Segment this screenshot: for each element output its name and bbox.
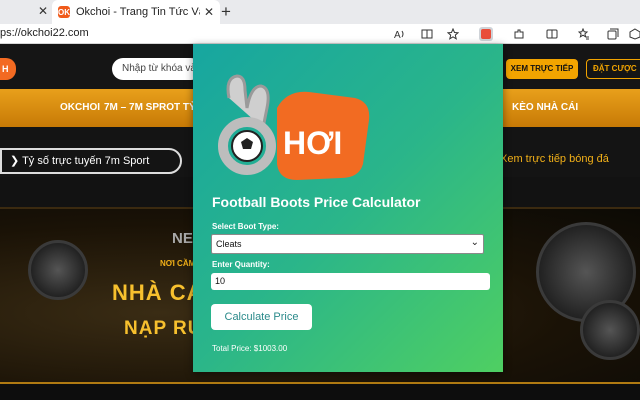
live-watch-button[interactable]: XEM TRỰC TIẾP [506, 59, 578, 79]
casino-chip-decor [580, 300, 640, 360]
quantity-input[interactable]: 10 [211, 273, 490, 290]
extension-active-icon[interactable] [479, 27, 493, 41]
reader-view-icon[interactable] [420, 27, 434, 41]
live-football-link[interactable]: Xem trực tiếp bóng đá [500, 153, 609, 165]
read-aloud-icon[interactable]: A [393, 27, 407, 41]
close-icon[interactable]: ✕ [204, 5, 214, 19]
nav-item-okchoi[interactable]: OKCHOI [60, 102, 100, 113]
site-logo[interactable]: H [0, 58, 16, 80]
banner-line-1: NE [172, 230, 193, 247]
split-screen-icon[interactable] [545, 27, 559, 41]
nav-item-keo-nha-cai[interactable]: KÈO NHÀ CÁI [512, 102, 578, 113]
quantity-label: Enter Quantity: [212, 260, 270, 269]
boot-type-label: Select Boot Type: [212, 222, 279, 231]
tab-title: Okchoi - Trang Tin Tức Và Soi Kèo [76, 6, 200, 18]
collections-icon[interactable] [606, 27, 620, 41]
chevron-down-icon: ⌄ [470, 237, 479, 248]
new-tab-button[interactable]: + [221, 2, 231, 22]
site-search-input[interactable]: Nhập từ khóa và t [112, 58, 202, 80]
popup-title: Football Boots Price Calculator [212, 194, 421, 210]
brand-text: HƠI [283, 125, 342, 161]
favorite-star-icon[interactable] [446, 27, 460, 41]
close-icon[interactable]: ✕ [38, 4, 48, 18]
browser-essentials-icon[interactable] [628, 27, 640, 41]
favorites-icon[interactable] [577, 27, 591, 41]
total-price-text: Total Price: $1003.00 [212, 344, 288, 353]
extensions-puzzle-icon[interactable] [512, 27, 526, 41]
okchoi-brand-logo: HƠI [217, 68, 377, 184]
boot-type-select[interactable]: Cleats ⌄ [211, 234, 484, 254]
banner-bottom-bar [0, 382, 640, 400]
svg-text:A: A [394, 30, 401, 40]
url-field[interactable]: ps://okchoi22.com [0, 27, 89, 39]
live-score-pill[interactable]: ❯ Tỷ số trực tuyến 7m Sport [0, 148, 182, 174]
address-bar: ps://okchoi22.com A [0, 24, 640, 44]
casino-chip-decor [28, 240, 88, 300]
okchoi-favicon-icon: OK [58, 6, 70, 18]
browser-tab-bar: ✕ OK Okchoi - Trang Tin Tức Và Soi Kèo ✕… [0, 0, 640, 24]
boot-type-value: Cleats [216, 239, 242, 249]
extension-popup: HƠI Football Boots Price Calculator Sele… [193, 44, 503, 372]
browser-tab[interactable]: OK Okchoi - Trang Tin Tức Và Soi Kèo ✕ [52, 0, 220, 24]
calculate-price-button[interactable]: Calculate Price [211, 304, 312, 330]
bet-button[interactable]: ĐẶT CƯỢC [586, 59, 640, 79]
